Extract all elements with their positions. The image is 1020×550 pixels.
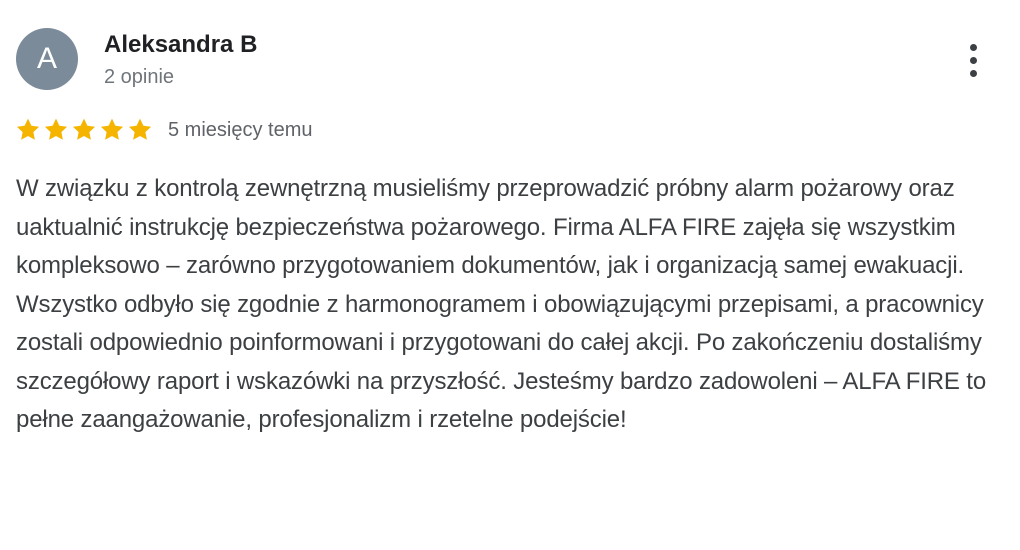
- avatar-letter: A: [36, 42, 57, 75]
- star-icon: [16, 118, 40, 140]
- author-review-count: 2 opinie: [104, 66, 175, 88]
- review-text: W związku z kontrolą zewnętrzną musieliś…: [16, 175, 987, 433]
- star-icon: [100, 118, 124, 140]
- star-icon: [128, 118, 152, 140]
- author-name[interactable]: Aleksandra B: [104, 30, 257, 60]
- star-icon: [72, 118, 96, 140]
- more-options-button[interactable]: [958, 40, 990, 80]
- review-date: 5 miesięcy temu: [168, 118, 313, 141]
- star-rating: [14, 116, 154, 144]
- avatar[interactable]: A: [16, 28, 78, 90]
- star-icon: [44, 118, 68, 140]
- review-card: A Aleksandra B 2 opinie 5 miesięcy temu …: [0, 0, 1020, 550]
- rating-row: 5 miesięcy temu: [14, 114, 313, 146]
